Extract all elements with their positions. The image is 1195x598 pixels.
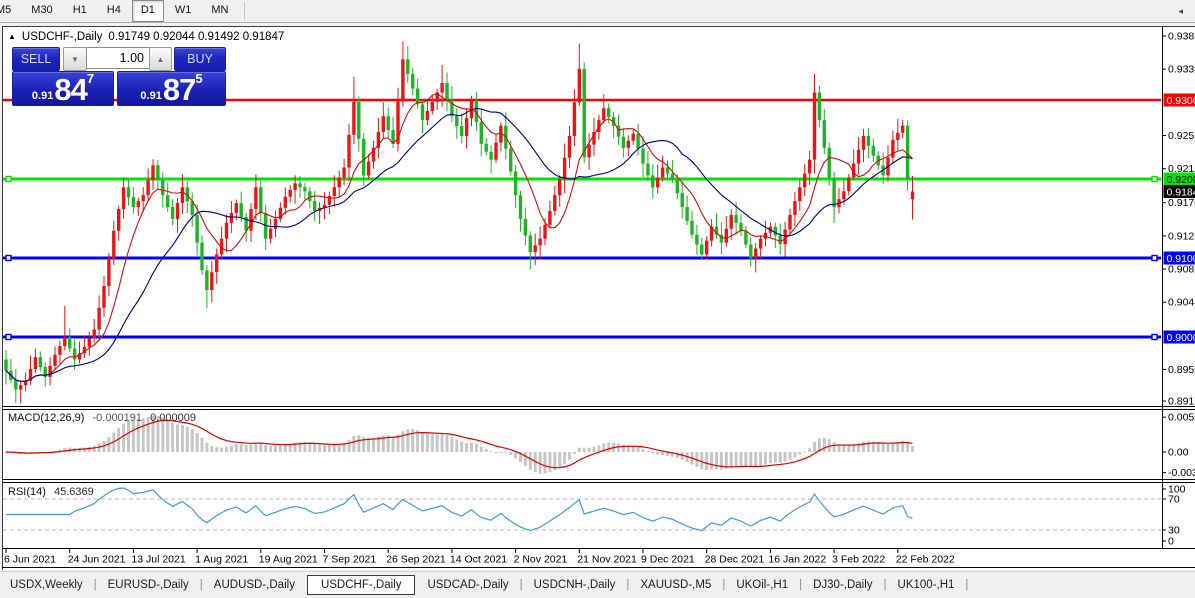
symbol-tabbar: USDX,Weekly|EURUSD-,Daily|AUDUSD-,DailyU… bbox=[0, 571, 1195, 598]
tab-uk100-h1[interactable]: UK100-,H1 bbox=[888, 576, 965, 594]
buy-price-box[interactable]: 0.91 87 5 bbox=[117, 71, 226, 106]
macd-signal-value: 0.000009 bbox=[150, 412, 196, 424]
rsi-label: RSI(14) 45.6369 bbox=[8, 486, 94, 498]
rsi-name: RSI(14) bbox=[8, 486, 46, 498]
collapse-panel-icon[interactable]: ▲ bbox=[8, 32, 16, 41]
macd-name: MACD(12,26,9) bbox=[8, 412, 84, 424]
sell-price-pip: 7 bbox=[87, 73, 94, 85]
timeframe-button-m5[interactable]: M5 bbox=[0, 0, 20, 22]
tab-scroll-left-icon[interactable]: ◂ bbox=[1178, 6, 1183, 17]
volume-input[interactable] bbox=[86, 47, 150, 69]
rsi-value: 45.6369 bbox=[54, 486, 94, 498]
tab-usdcnh-daily[interactable]: USDCNH-,Daily bbox=[524, 576, 626, 594]
volume-down-button[interactable]: ▼ bbox=[63, 47, 87, 71]
tab-usdchf-daily[interactable]: USDCHF-,Daily bbox=[307, 575, 416, 595]
chevron-down-icon: ▼ bbox=[71, 55, 79, 64]
macd-main-value: -0.000191 bbox=[92, 412, 142, 424]
timeframe-button-m30[interactable]: M30 bbox=[22, 0, 61, 22]
timeframe-button-d1[interactable]: D1 bbox=[132, 0, 164, 22]
tab-xauusd-m5[interactable]: XAUUSD-,M5 bbox=[630, 576, 721, 594]
one-click-trade-panel: SELL ▼ ▲ BUY 0.91 84 7 0.91 87 5 bbox=[9, 44, 227, 105]
tab-audusd-daily[interactable]: AUDUSD-,Daily bbox=[204, 576, 305, 594]
timeframe-button-h1[interactable]: H1 bbox=[64, 0, 96, 22]
buy-price-big: 87 bbox=[163, 76, 195, 103]
timeframe-button-mn[interactable]: MN bbox=[202, 0, 237, 22]
tab-ukoil-h1[interactable]: UKOil-,H1 bbox=[726, 576, 798, 594]
tab-eurusd-daily[interactable]: EURUSD-,Daily bbox=[98, 576, 199, 594]
timeframe-button-h4[interactable]: H4 bbox=[98, 0, 130, 22]
tab-usdcad-daily[interactable]: USDCAD-,Daily bbox=[417, 576, 518, 594]
sell-button[interactable]: SELL bbox=[12, 47, 60, 71]
toolbar-separator bbox=[244, 2, 245, 20]
buy-button[interactable]: BUY bbox=[174, 47, 226, 71]
timeframe-toolbar: M5M30H1H4D1W1MN bbox=[0, 0, 1195, 23]
chart-symbol-label: USDCHF-,Daily bbox=[22, 31, 103, 43]
chevron-up-icon: ▲ bbox=[157, 55, 165, 64]
macd-label: MACD(12,26,9) -0.000191 0.000009 bbox=[8, 412, 196, 424]
chart-ohlc-values: 0.91749 0.92044 0.91492 0.91847 bbox=[108, 31, 284, 43]
volume-up-button[interactable]: ▲ bbox=[149, 47, 172, 71]
buy-price-pip: 5 bbox=[195, 73, 202, 85]
sell-price-big: 84 bbox=[54, 76, 86, 103]
tab-dj30-daily[interactable]: DJ30-,Daily bbox=[803, 576, 882, 594]
chart-title: ▲ USDCHF-,Daily 0.91749 0.92044 0.91492 … bbox=[8, 31, 284, 43]
buy-price-prefix: 0.91 bbox=[140, 90, 161, 103]
tab-separator: | bbox=[964, 579, 969, 591]
tab-usdx-weekly[interactable]: USDX,Weekly bbox=[0, 576, 93, 594]
sell-price-box[interactable]: 0.91 84 7 bbox=[12, 71, 114, 106]
chart-window bbox=[2, 26, 1195, 570]
sell-price-prefix: 0.91 bbox=[32, 90, 53, 103]
timeframe-button-w1[interactable]: W1 bbox=[166, 0, 201, 22]
